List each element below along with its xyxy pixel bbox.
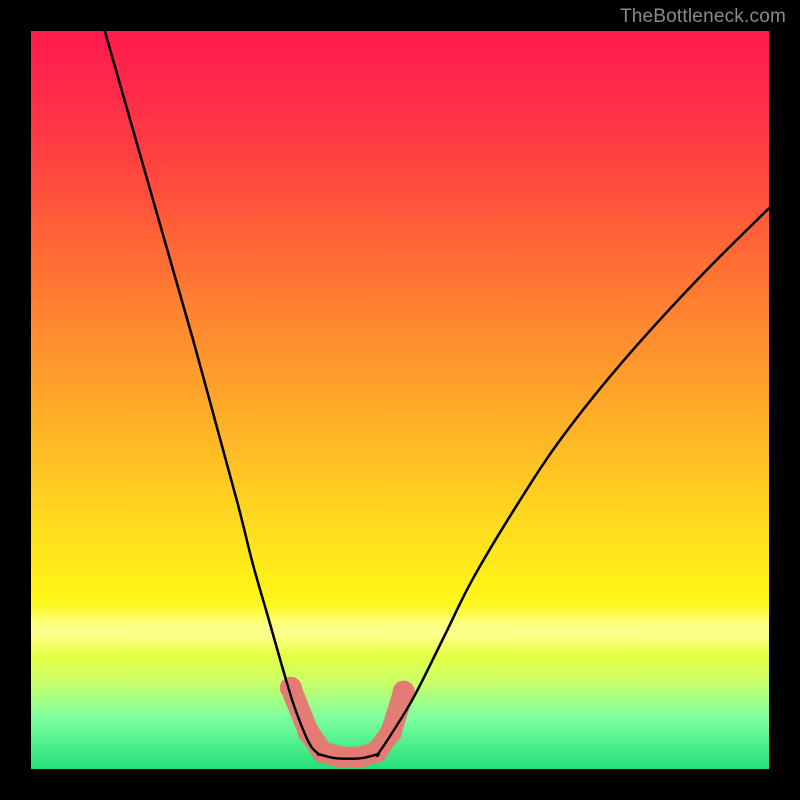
- watermark-text: TheBottleneck.com: [620, 6, 786, 28]
- chart-frame: TheBottleneck.com: [0, 0, 800, 800]
- chart-svg: [31, 31, 769, 769]
- curve-path-top: [105, 31, 769, 759]
